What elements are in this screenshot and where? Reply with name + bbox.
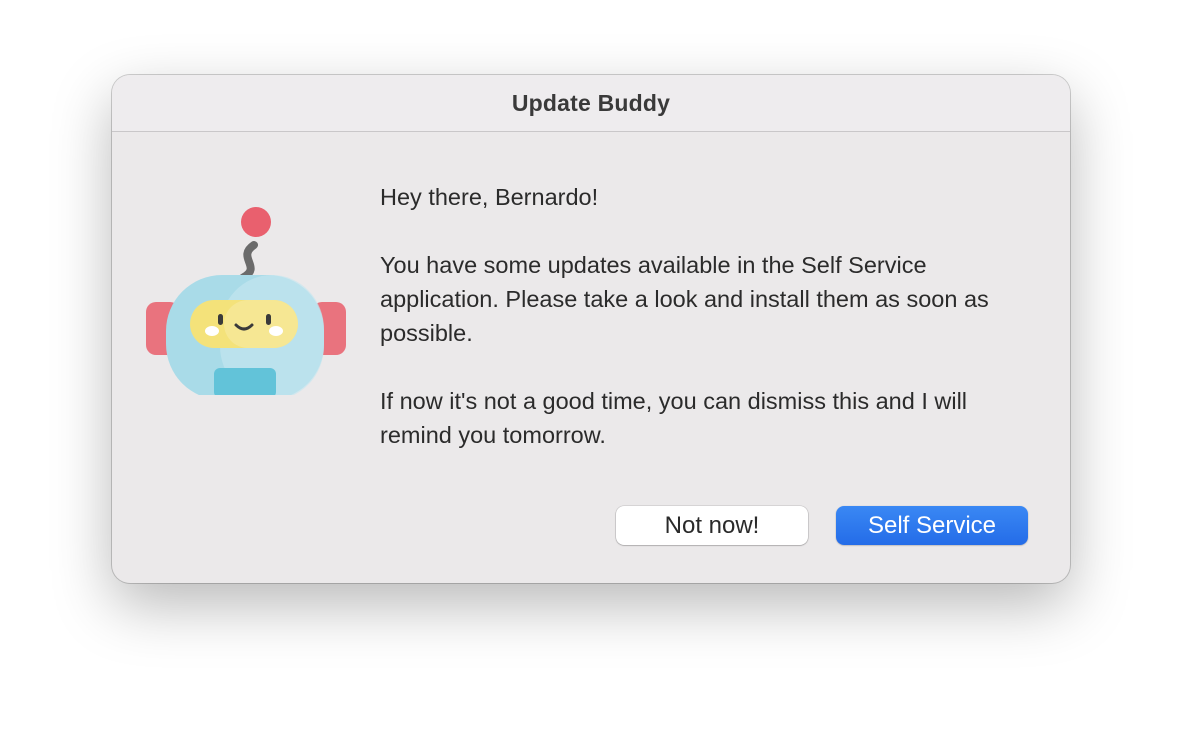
self-service-button[interactable]: Self Service xyxy=(836,506,1028,545)
not-now-button[interactable]: Not now! xyxy=(616,506,808,545)
body-text: You have some updates available in the S… xyxy=(380,252,989,346)
dialog-message: Hey there, Bernardo! You have some updat… xyxy=(380,180,1040,452)
robot-mascot-icon xyxy=(144,205,349,400)
greeting-text: Hey there, Bernardo! xyxy=(380,184,599,210)
footer-text: If now it's not a good time, you can dis… xyxy=(380,388,968,448)
window-title: Update Buddy xyxy=(511,90,671,116)
update-buddy-dialog: Update Buddy Hey there, Bernardo! You ha… xyxy=(112,75,1070,583)
title-bar[interactable]: Update Buddy xyxy=(112,75,1070,132)
